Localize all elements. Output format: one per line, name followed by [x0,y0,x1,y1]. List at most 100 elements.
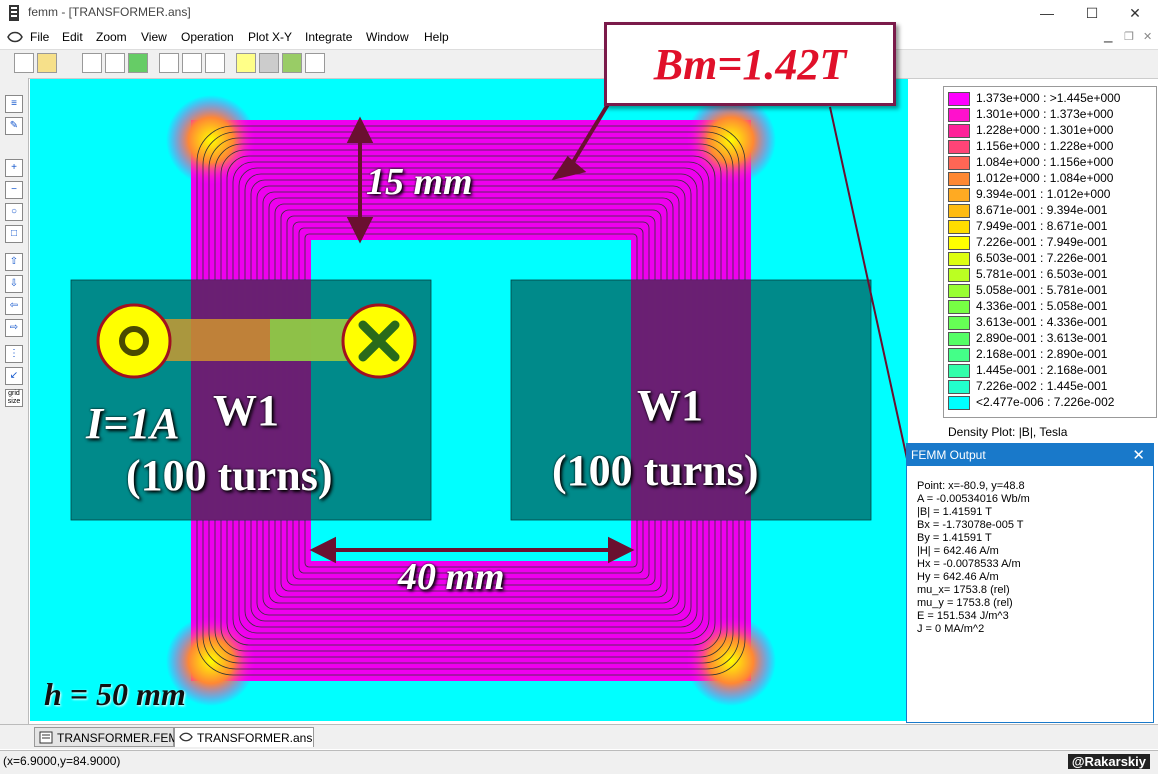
legend-swatch [948,172,970,186]
output-line: E = 151.534 J/m^3 [917,610,1009,622]
menu-edit[interactable]: Edit [62,30,83,44]
edit-icon[interactable]: ✎ [5,117,23,135]
legend-swatch [948,140,970,154]
menu-plot-xy[interactable]: Plot X-Y [248,30,292,44]
output-line: Bx = -1.73078e-005 T [917,519,1024,531]
limb-width-label: 15 mm [366,161,473,203]
core-corner-hotspot [686,95,776,185]
legend-swatch [948,396,970,410]
integrate-icon[interactable] [182,53,202,73]
open-file-icon[interactable] [37,53,57,73]
output-line: mu_x= 1753.8 (rel) [917,584,1010,596]
output-title: FEMM Output [911,448,986,462]
legend-label: 7.949e-001 : 8.671e-001 [976,219,1108,233]
output-line: By = 1.41591 T [917,532,992,544]
legend-caption: Density Plot: |B|, Tesla [948,425,1068,439]
mdi-restore-icon[interactable]: ❐ [1124,30,1134,43]
w1-right-turns-label: (100 turns) [552,446,759,495]
legend-swatch [948,124,970,138]
menu-help[interactable]: Help [424,30,449,44]
menu-zoom[interactable]: Zoom [96,30,127,44]
mdi-close-icon[interactable]: ✕ [1143,30,1152,43]
legend-swatch [948,348,970,362]
title-bar: femm - [TRANSFORMER.ans] — ☐ ✕ [0,0,1158,26]
zoom-out-icon[interactable]: − [5,181,23,199]
point-mode-icon[interactable] [82,53,102,73]
femm-doc-icon[interactable] [6,30,24,44]
legend-swatch [948,236,970,250]
close-button[interactable]: ✕ [1112,0,1158,26]
zoom-window-icon[interactable]: □ [5,225,23,243]
grid-size-icon[interactable]: grid size [5,389,23,407]
femm-doc-icon [179,732,193,742]
legend-swatch [948,108,970,122]
legend-swatch [948,252,970,266]
w1-left-turns-label: (100 turns) [126,451,333,500]
femm-app-icon [9,5,19,21]
pan-left-icon[interactable]: ⇦ [5,297,23,315]
snap-grid-icon[interactable]: ↙ [5,367,23,385]
tab-transformer-ans[interactable]: TRANSFORMER.ans [174,727,314,747]
menu-bar: File Edit Zoom View Operation Plot X-Y I… [0,27,1158,47]
pan-up-icon[interactable]: ⇧ [5,253,23,271]
toolbar [0,49,1158,79]
legend-swatch [948,364,970,378]
legend-swatch [948,268,970,282]
current-out-icon [96,303,172,379]
output-line: A = -0.00534016 Wb/m [917,493,1030,505]
menu-integrate[interactable]: Integrate [305,30,352,44]
mesh-icon[interactable] [259,53,279,73]
legend-swatch [948,92,970,106]
document-tabs: TRANSFORMER.FEM TRANSFORMER.ans [0,724,1158,749]
pointer-icon[interactable] [305,53,325,73]
height-label: h = 50 mm [44,676,186,712]
legend-label: 1.373e+000 : >1.445e+000 [976,91,1121,105]
zoom-natural-icon[interactable]: ○ [5,203,23,221]
legend-label: 4.336e-001 : 5.058e-001 [976,299,1108,313]
status-bar: (x=6.9000,y=84.9000) @Rakarskiy [0,750,1158,774]
contour-mode-icon[interactable] [105,53,125,73]
output-title-bar[interactable]: FEMM Output ✕ [907,444,1153,466]
zoom-in-icon[interactable]: + [5,159,23,177]
plot-xy-icon[interactable] [159,53,179,73]
new-file-icon[interactable] [14,53,34,73]
legend-swatch [948,300,970,314]
density-plot-icon[interactable] [236,53,256,73]
menu-file[interactable]: File [30,30,49,44]
tab-label: TRANSFORMER.FEM [57,731,179,745]
legend-label: 2.168e-001 : 2.890e-001 [976,347,1108,361]
core-corner-hotspot [686,616,776,706]
legend-label: <2.477e-006 : 7.226e-002 [976,395,1115,409]
femm-output-window[interactable]: FEMM Output ✕ Point: x=-80.9, y=48.8 A = … [906,443,1154,723]
output-line: Hx = -0.0078533 A/m [917,558,1021,570]
grid-toggle-icon[interactable]: ⋮ [5,345,23,363]
legend-label: 5.058e-001 : 5.781e-001 [976,283,1108,297]
core-corner-hotspot [166,95,256,185]
window-title: femm - [TRANSFORMER.ans] [28,5,191,19]
legend-swatch [948,380,970,394]
vector-plot-icon[interactable] [282,53,302,73]
menu-operation[interactable]: Operation [181,30,234,44]
menu-view[interactable]: View [141,30,167,44]
minimize-button[interactable]: — [1024,0,1070,26]
legend-label: 7.226e-002 : 1.445e-001 [976,379,1108,393]
menu-window[interactable]: Window [366,30,409,44]
area-mode-icon[interactable] [128,53,148,73]
maximize-button[interactable]: ☐ [1069,0,1115,26]
watermark: @Rakarskiy [1067,754,1150,769]
output-close-icon[interactable]: ✕ [1132,446,1145,464]
sort-icon[interactable]: ≡ [5,95,23,113]
output-line: Point: x=-80.9, y=48.8 [917,480,1025,492]
legend-swatch [948,188,970,202]
tab-transformer-fem[interactable]: TRANSFORMER.FEM [34,727,178,747]
legend-swatch [948,284,970,298]
w1-left-label: W1 [213,386,279,435]
mdi-minimize-icon[interactable]: ▁ [1104,30,1112,43]
legend-swatch [948,316,970,330]
circuit-props-icon[interactable] [205,53,225,73]
pan-down-icon[interactable]: ⇩ [5,275,23,293]
legend-label: 1.445e-001 : 2.168e-001 [976,363,1108,377]
output-line: Hy = 642.46 A/m [917,571,999,583]
legend-label: 8.671e-001 : 9.394e-001 [976,203,1108,217]
pan-right-icon[interactable]: ⇨ [5,319,23,337]
